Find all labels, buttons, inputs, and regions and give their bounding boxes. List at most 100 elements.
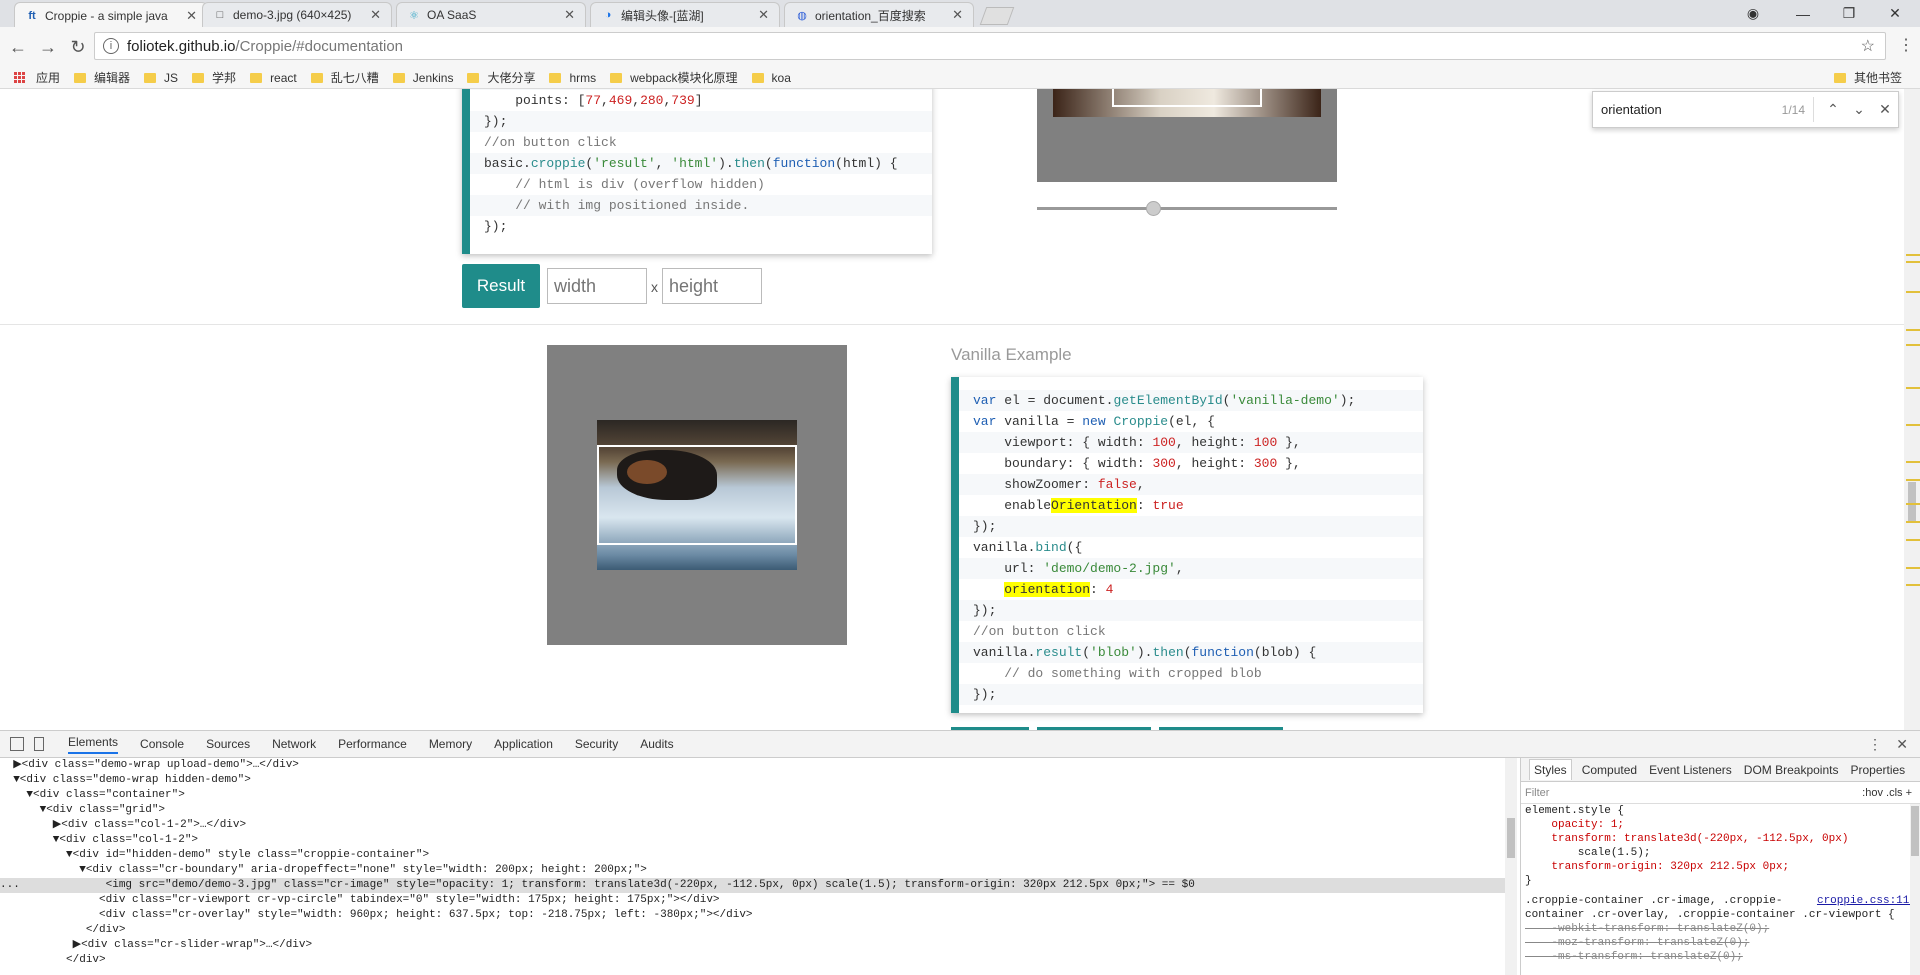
page-scrollbar[interactable] (1904, 89, 1920, 730)
width-input[interactable] (547, 268, 647, 304)
tab-memory[interactable]: Memory (429, 737, 472, 751)
bookmark-folder[interactable]: Jenkins (392, 70, 454, 85)
dom-node[interactable]: </div> (0, 923, 1505, 938)
close-icon[interactable]: ✕ (758, 7, 769, 23)
result-button[interactable]: Result (462, 264, 540, 308)
dom-node[interactable]: ▶<div class="cr-slider-wrap">…</div> (0, 938, 1505, 953)
filter-tools[interactable]: :hov .cls + (1862, 787, 1912, 799)
devtools-panel: Elements Console Sources Network Perform… (0, 730, 1920, 975)
zoom-slider-track[interactable] (1037, 207, 1337, 210)
bookmark-folder[interactable]: JS (144, 71, 178, 85)
address-bar[interactable]: i foliotek.github.io/Croppie/#documentat… (94, 32, 1886, 60)
elements-scrollbar[interactable] (1505, 758, 1517, 975)
bookmark-folder[interactable]: webpack模块化原理 (610, 69, 738, 86)
close-devtools-icon[interactable]: ✕ (1896, 736, 1908, 753)
profile-icon[interactable]: ◉ (1730, 0, 1776, 27)
chevron-up-icon[interactable]: ⌃ (1820, 101, 1846, 118)
scrollbar-thumb[interactable] (1507, 818, 1515, 858)
bookmark-folder[interactable]: 编辑器 (74, 69, 130, 86)
tab-demo-3[interactable]: □ demo-3.jpg (640×425) ✕ (202, 2, 392, 27)
tab-croppie[interactable]: ft Croppie - a simple java ✕ (14, 2, 208, 28)
close-icon[interactable]: ✕ (1872, 101, 1898, 118)
zoom-slider-knob[interactable] (1146, 201, 1161, 216)
bookmark-other[interactable]: 其他书签 (1833, 69, 1902, 86)
menu-icon[interactable]: ⋮ (1898, 35, 1914, 55)
dom-node-selected[interactable]: ... <img src="demo/demo-3.jpg" class="cr… (0, 878, 1505, 893)
restore-icon[interactable]: ❐ (1826, 0, 1872, 27)
bookmark-folder[interactable]: react (250, 71, 297, 85)
forward-icon[interactable]: → (36, 35, 60, 59)
crop-viewport[interactable] (597, 445, 797, 545)
back-icon[interactable]: ← (6, 35, 30, 59)
devtools-menu-icon[interactable]: ⋮ (1868, 736, 1882, 753)
height-input[interactable] (662, 268, 762, 304)
tab-audits[interactable]: Audits (640, 737, 673, 751)
stylesheet-link[interactable]: croppie.css:118 (1817, 894, 1916, 908)
info-icon[interactable]: i (103, 38, 119, 54)
style-rule-line[interactable]: -moz-transform: translateZ(0); (1521, 936, 1920, 950)
new-tab-button[interactable] (979, 7, 1015, 25)
dom-node[interactable]: <div class="cr-overlay" style="width: 96… (0, 908, 1505, 923)
dom-node[interactable]: ▶<div class="col-1-2">…</div> (0, 818, 1505, 833)
style-rule-line[interactable]: transform-origin: 320px 212.5px 0px; (1521, 860, 1920, 874)
style-rule-line: scale(1.5); (1525, 847, 1651, 859)
bookmark-label: Jenkins (412, 70, 454, 85)
style-rule-line[interactable]: opacity: 1; (1521, 818, 1920, 832)
style-rule-line[interactable]: -ms-transform: translateZ(0); (1521, 950, 1920, 964)
tab-dom-breakpoints[interactable]: DOM Breakpoints (1742, 763, 1841, 777)
styles-scrollbar[interactable] (1910, 804, 1920, 975)
find-match-marker (1906, 254, 1920, 256)
tab-application[interactable]: Application (494, 737, 553, 751)
chevron-down-icon[interactable]: ⌄ (1846, 101, 1872, 118)
dom-node[interactable]: ▼<div class="col-1-2"> (0, 833, 1505, 848)
dom-node[interactable]: ▼<div class="demo-wrap hidden-demo"> (0, 773, 1505, 788)
tab-lanhu[interactable]: ◑ 编辑头像-[蓝湖] ✕ (590, 2, 780, 27)
tab-styles[interactable]: Styles (1529, 759, 1572, 780)
close-window-icon[interactable]: ✕ (1872, 0, 1918, 27)
bookmark-folder[interactable]: koa (751, 71, 791, 85)
inspect-icon[interactable] (10, 737, 24, 751)
style-rule-line[interactable]: -webkit-transform: translateZ(0); (1521, 922, 1920, 936)
tab-event-listeners[interactable]: Event Listeners (1647, 763, 1734, 777)
find-input[interactable]: orientation (1601, 102, 1782, 117)
tab-network[interactable]: Network (272, 737, 316, 751)
dom-node[interactable]: ▼<div class="cr-boundary" aria-dropeffec… (0, 863, 1505, 878)
tab-oa-saas[interactable]: ⚛ OA SaaS ✕ (396, 2, 586, 27)
dom-node[interactable]: </div> (0, 953, 1505, 968)
dom-node[interactable]: <div class="cr-viewport cr-vp-circle" ta… (0, 893, 1505, 908)
crop-viewport[interactable] (1112, 89, 1262, 107)
tab-performance[interactable]: Performance (338, 737, 407, 751)
style-rule-line[interactable]: transform: translate3d(-220px, -112.5px,… (1521, 832, 1920, 846)
close-icon[interactable]: ✕ (186, 8, 197, 24)
bookmark-folder[interactable]: hrms (549, 71, 596, 85)
scrollbar-thumb[interactable] (1908, 482, 1916, 522)
bookmark-folder[interactable]: 大佬分享 (467, 69, 535, 86)
tab-sources[interactable]: Sources (206, 737, 250, 751)
dom-node[interactable]: ▼<div class="container"> (0, 788, 1505, 803)
device-toolbar-icon[interactable] (34, 737, 44, 751)
bookmark-apps[interactable]: 应用 (14, 69, 60, 86)
dom-node[interactable]: ▼<div id="hidden-demo" style class="crop… (0, 848, 1505, 863)
tab-console[interactable]: Console (140, 737, 184, 751)
reload-icon[interactable]: ↻ (66, 35, 90, 59)
dom-node[interactable]: ▼<div class="grid"> (0, 803, 1505, 818)
section-divider (0, 324, 1904, 325)
tab-baidu[interactable]: ◍ orientation_百度搜索 ✕ (784, 2, 974, 27)
star-icon[interactable]: ☆ (1861, 36, 1875, 56)
close-icon[interactable]: ✕ (564, 7, 575, 23)
close-icon[interactable]: ✕ (952, 7, 963, 23)
dom-node[interactable]: ▶<div class="demo-wrap upload-demo">…</d… (0, 758, 1505, 773)
code-line: }); (959, 600, 1423, 621)
tab-elements[interactable]: Elements (68, 735, 119, 754)
minimize-icon[interactable]: — (1780, 0, 1826, 27)
tab-properties[interactable]: Properties (1848, 763, 1907, 777)
find-match-marker (1906, 539, 1920, 541)
tab-security[interactable]: Security (575, 737, 618, 751)
code-line: //on button click (973, 624, 1106, 639)
bookmark-folder[interactable]: 乱七八糟 (310, 69, 379, 86)
bookmark-folder[interactable]: 学邦 (192, 69, 236, 86)
close-icon[interactable]: ✕ (370, 7, 381, 23)
styles-filter[interactable]: Filter :hov .cls + (1521, 782, 1920, 804)
scrollbar-thumb[interactable] (1911, 806, 1919, 856)
tab-computed[interactable]: Computed (1580, 763, 1639, 777)
